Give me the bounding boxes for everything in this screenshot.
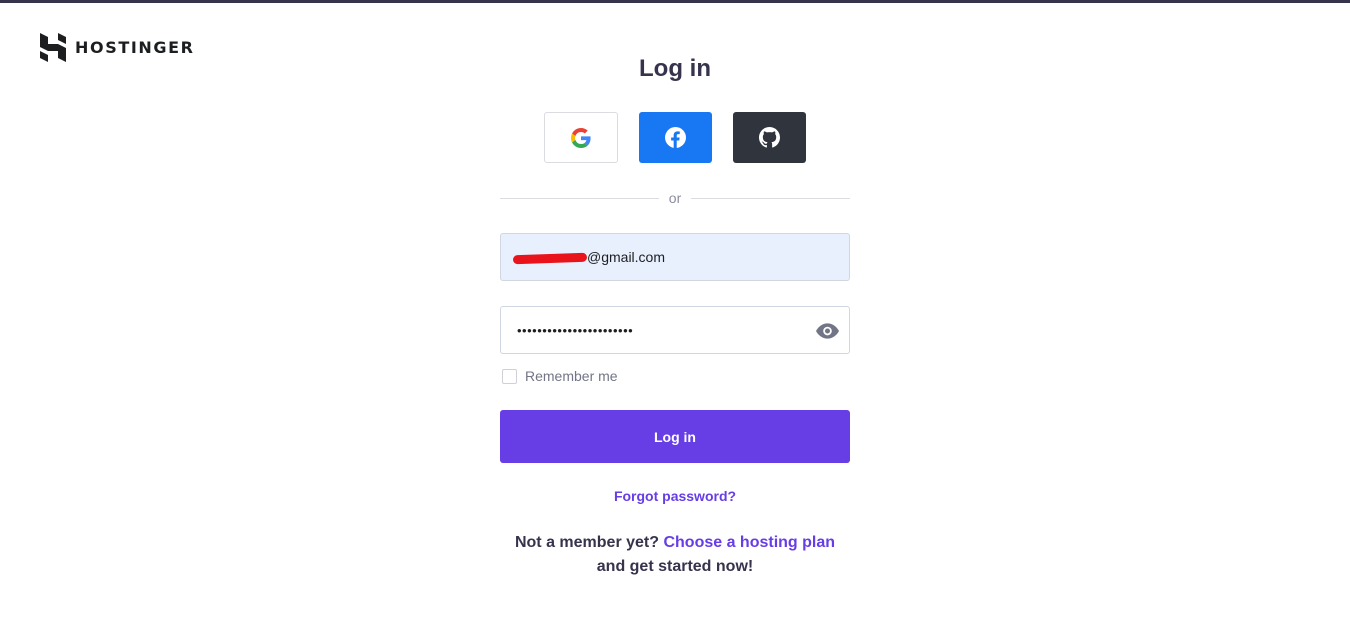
brand-name: HOSTINGER bbox=[75, 38, 195, 57]
choose-hosting-plan-link[interactable]: Choose a hosting plan bbox=[663, 534, 835, 551]
remember-me-checkbox[interactable] bbox=[502, 368, 517, 384]
login-button[interactable]: Log in bbox=[500, 410, 850, 463]
or-divider: or bbox=[500, 188, 851, 208]
remember-me[interactable]: Remember me bbox=[502, 368, 618, 384]
divider-line-left bbox=[500, 197, 659, 199]
divider-text: or bbox=[668, 190, 682, 206]
facebook-login-button[interactable] bbox=[639, 112, 712, 163]
github-login-button[interactable] bbox=[733, 112, 806, 163]
password-field[interactable]: ••••••••••••••••••••••• bbox=[500, 306, 850, 354]
brand-logo[interactable]: HOSTINGER bbox=[40, 33, 195, 62]
show-password-button[interactable] bbox=[815, 320, 839, 342]
google-login-button[interactable] bbox=[544, 112, 618, 163]
facebook-icon bbox=[665, 127, 686, 148]
top-border bbox=[0, 0, 1350, 3]
signup-prompt-suffix: and get started now! bbox=[596, 558, 754, 575]
forgot-password-link[interactable]: Forgot password? bbox=[500, 488, 850, 504]
email-field[interactable]: @gmail.com bbox=[500, 233, 850, 281]
social-login-row bbox=[544, 112, 806, 163]
email-value: @gmail.com bbox=[517, 249, 665, 265]
divider-line-right bbox=[691, 197, 851, 199]
email-suffix: @gmail.com bbox=[587, 249, 666, 265]
signup-prompt: Not a member yet? Choose a hosting plan … bbox=[470, 531, 880, 579]
page-title: Log in bbox=[639, 55, 711, 82]
google-icon bbox=[571, 127, 591, 148]
github-icon bbox=[759, 127, 780, 148]
password-value: ••••••••••••••••••••••• bbox=[517, 322, 634, 338]
hostinger-h-logo-icon bbox=[40, 33, 66, 62]
eye-icon bbox=[815, 323, 839, 339]
remember-me-label: Remember me bbox=[525, 368, 618, 384]
signup-prompt-prefix: Not a member yet? bbox=[514, 534, 660, 551]
